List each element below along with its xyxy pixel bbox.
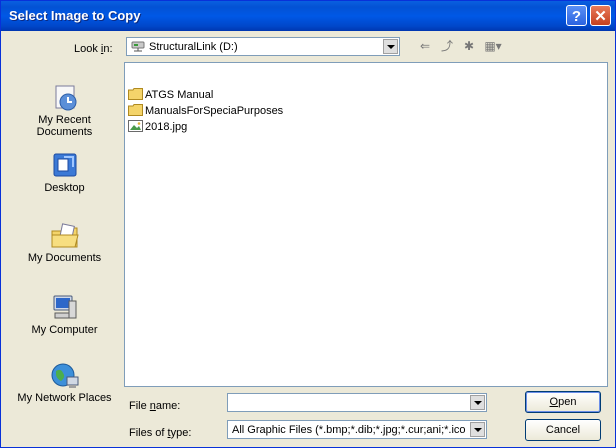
file-name: ATGS Manual: [145, 89, 214, 101]
open-button[interactable]: Open: [525, 391, 601, 413]
cancel-button[interactable]: Cancel: [525, 419, 601, 441]
file-name-label: File name:: [129, 400, 180, 412]
look-in-label-pre: Look: [74, 43, 101, 55]
file-name-dropdown-arrow[interactable]: [470, 395, 485, 410]
desktop-icon: [53, 153, 76, 177]
list-item[interactable]: ManualsForSpeciaPurposes: [128, 104, 283, 118]
file-name-input[interactable]: [227, 393, 487, 412]
views-menu-icon: ▦▾: [484, 39, 502, 53]
new-folder-button[interactable]: ✱: [460, 38, 478, 54]
place-label: Desktop: [44, 182, 85, 194]
folder-icon: [128, 104, 143, 116]
my-computer-icon: [53, 295, 76, 319]
place-my-recent-documents[interactable]: My Recent Documents: [11, 83, 118, 138]
open-button-label: pen: [558, 396, 577, 408]
place-label: My Computer: [31, 324, 98, 336]
views-menu-button[interactable]: ▦▾: [482, 38, 504, 54]
files-of-type-dropdown[interactable]: All Graphic Files (*.bmp;*.dib;*.jpg;*.c…: [227, 420, 487, 439]
new-folder-icon: ✱: [463, 39, 475, 53]
look-in-dropdown[interactable]: StructuralLink (D:): [126, 37, 400, 56]
place-my-documents[interactable]: My Documents: [11, 221, 118, 264]
up-folder-icon: ⤴: [440, 39, 453, 53]
file-name-label-pre: File: [129, 400, 150, 412]
network-places-icon: [51, 363, 78, 388]
list-item[interactable]: 2018.jpg: [128, 120, 187, 134]
place-my-computer[interactable]: My Computer: [11, 293, 118, 336]
file-name: 2018.jpg: [145, 121, 188, 133]
back-arrow-icon: ⇐: [419, 39, 431, 53]
image-file-icon: [128, 120, 143, 132]
place-my-network-places[interactable]: My Network Places: [11, 361, 118, 404]
files-of-type-label-pre: Files of: [129, 427, 168, 439]
files-of-type-dropdown-arrow[interactable]: [470, 422, 485, 437]
network-drive-icon: [131, 41, 145, 52]
look-in-label-post: n:: [103, 43, 113, 55]
place-label: My Recent Documents: [36, 114, 93, 138]
file-name: ManualsForSpeciaPurposes: [145, 105, 284, 117]
look-in-label: Look in:: [74, 43, 113, 55]
place-label: My Network Places: [17, 392, 112, 404]
files-of-type-value: All Graphic Files (*.bmp;*.dib;*.jpg;*.c…: [232, 424, 466, 436]
help-button[interactable]: ?: [566, 5, 587, 26]
folder-icon: [128, 88, 143, 100]
dialog-window: Select Image to Copy ? ✕ Look in: Struct…: [0, 0, 616, 448]
title-bar[interactable]: Select Image to Copy ? ✕: [1, 1, 615, 31]
recent-documents-icon: [55, 85, 76, 111]
look-in-value: StructuralLink (D:): [149, 41, 238, 53]
my-documents-icon: [51, 223, 79, 248]
open-button-hotkey: O: [549, 396, 559, 408]
dialog-title: Select Image to Copy: [9, 8, 141, 23]
file-list[interactable]: ATGS Manual ManualsForSpeciaPurposes 201…: [124, 62, 608, 387]
close-button[interactable]: ✕: [590, 5, 611, 26]
up-folder-button[interactable]: ⤴: [438, 38, 456, 54]
files-of-type-label-post: ype:: [170, 427, 192, 439]
files-of-type-label: Files of type:: [129, 427, 191, 439]
list-item[interactable]: ATGS Manual: [128, 88, 213, 102]
back-button[interactable]: ⇐: [416, 38, 434, 54]
places-bar: My Recent Documents Desktop My Documents: [11, 61, 118, 438]
place-label: My Documents: [27, 252, 102, 264]
place-desktop[interactable]: Desktop: [11, 151, 118, 194]
file-name-label-post: ame:: [155, 400, 181, 412]
look-in-dropdown-arrow[interactable]: [383, 39, 398, 54]
